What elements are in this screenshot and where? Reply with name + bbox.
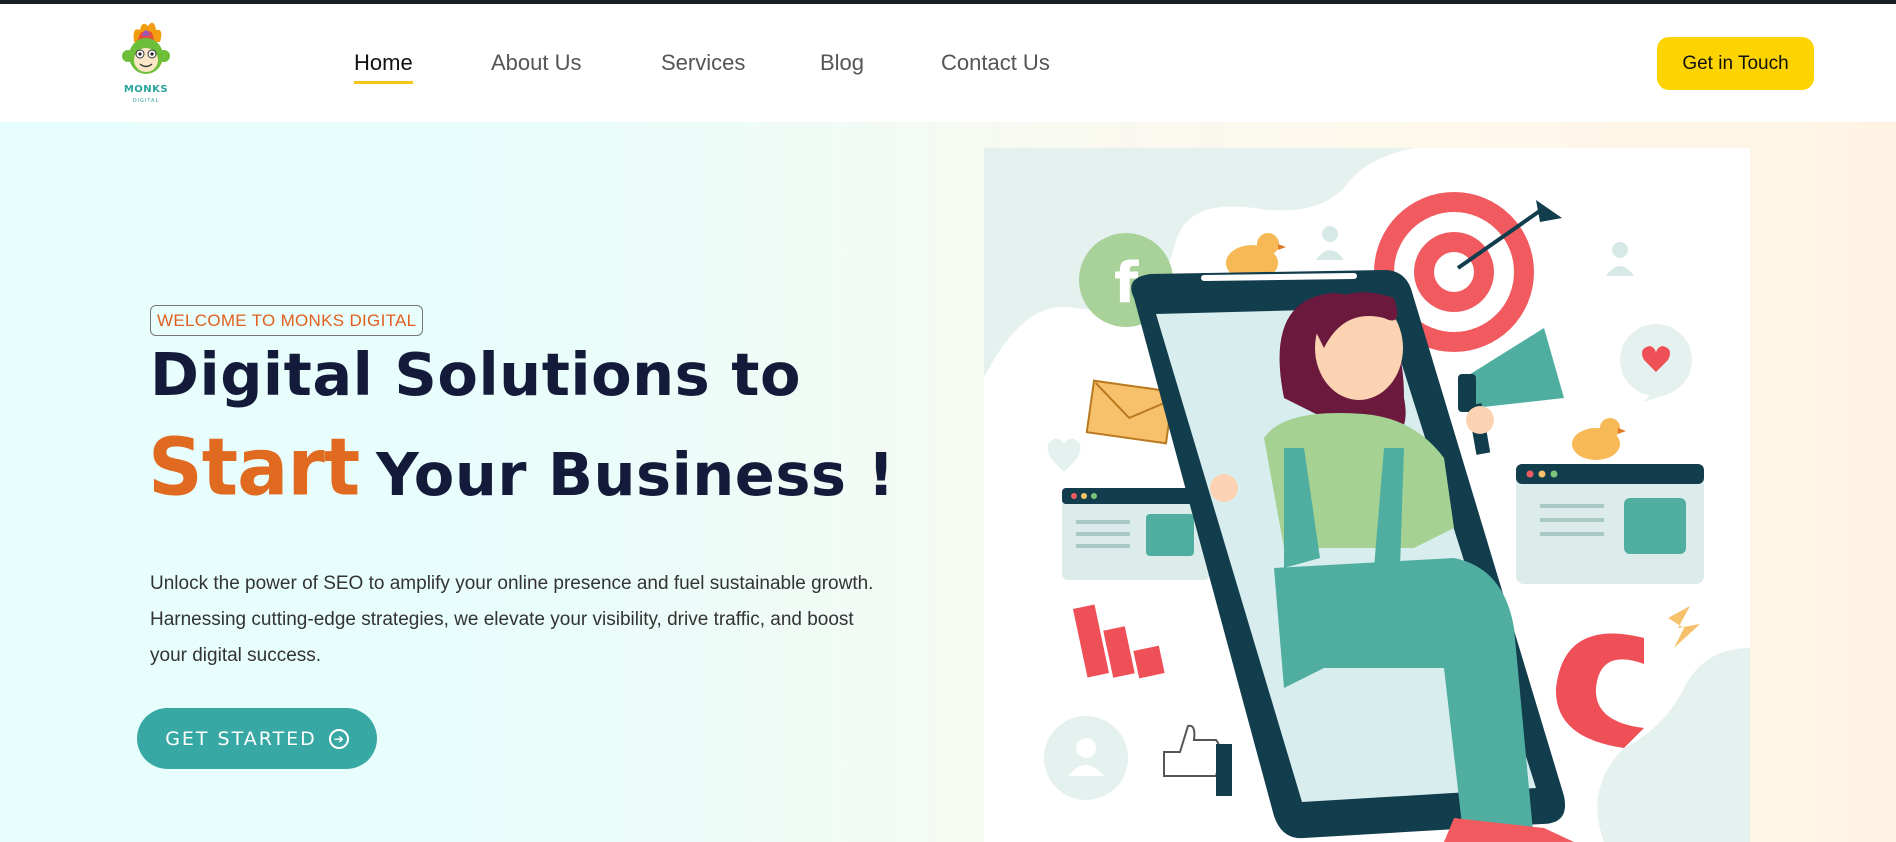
get-started-label: GET STARTED <box>165 727 317 750</box>
arrow-circle-right-icon: ➔ <box>328 728 349 749</box>
nav-blog[interactable]: Blog <box>820 50 864 76</box>
hero-description: Unlock the power of SEO to amplify your … <box>150 573 874 666</box>
hero-section: WELCOME TO MONKS DIGITAL Digital Solutio… <box>0 122 1896 842</box>
nav-contact-us[interactable]: Contact Us <box>941 50 1050 76</box>
hero-title-highlight: Start <box>148 419 360 514</box>
site-header: MONKS DIGITAL Home About Us Services Blo… <box>0 4 1896 122</box>
get-started-button[interactable]: GET STARTED ➔ <box>137 708 377 769</box>
hero-illustration: f <box>984 148 1750 842</box>
thumbs-up-icon <box>1163 724 1232 796</box>
hero-title-line1: Digital Solutions to <box>150 340 802 409</box>
get-in-touch-button[interactable]: Get in Touch <box>1657 37 1814 90</box>
bird-icon-right <box>1572 418 1626 460</box>
browser-card-left <box>1062 488 1210 580</box>
nav-services[interactable]: Services <box>661 50 745 76</box>
logo-wordmark: MONKS <box>123 84 169 95</box>
user-bubble <box>1044 716 1128 800</box>
bar-chart-icon <box>1072 604 1165 679</box>
site-logo[interactable]: MONKS DIGITAL <box>118 20 174 110</box>
hero-title-line2: Your Business ! <box>376 440 895 509</box>
welcome-badge: WELCOME TO MONKS DIGITAL <box>150 305 424 336</box>
nav-home[interactable]: Home <box>354 50 413 84</box>
logo-subtext: DIGITAL <box>132 98 160 104</box>
browser-card-right <box>1516 464 1704 584</box>
nav-about-us[interactable]: About Us <box>491 50 582 76</box>
monkey-logo-icon <box>122 22 170 74</box>
